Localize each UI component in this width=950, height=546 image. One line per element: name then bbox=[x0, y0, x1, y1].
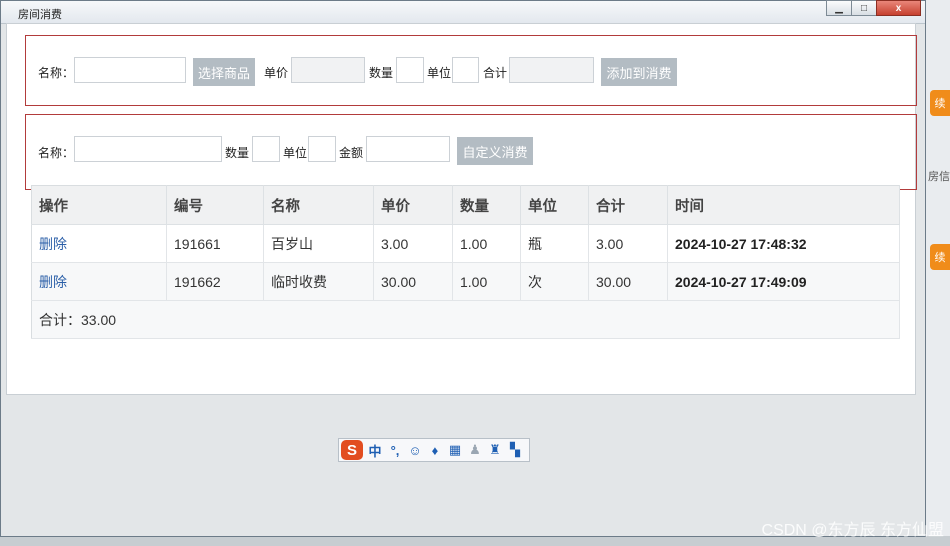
cell-qty: 1.00 bbox=[452, 262, 521, 301]
price-label: 单价 bbox=[264, 66, 289, 80]
keyboard-icon[interactable]: ▦ bbox=[447, 442, 463, 458]
name-label: 名称： bbox=[38, 66, 75, 80]
room-consumption-window: 房间消费 ▁ □ x 名称： 选择商品 单价 数量 单位 合计 添加到消费 名称… bbox=[0, 0, 926, 537]
cell-total: 3.00 bbox=[588, 224, 668, 263]
cell-unit: 瓶 bbox=[520, 224, 589, 263]
unit-label: 单位 bbox=[283, 146, 308, 160]
maximize-button[interactable]: □ bbox=[851, 0, 877, 16]
column-header[interactable]: 操作 bbox=[31, 185, 167, 225]
background-text: 房信 bbox=[928, 171, 950, 183]
unit-label: 单位 bbox=[427, 66, 452, 80]
table-header-row: 操作 编号 名称 单价 数量 单位 合计 时间 bbox=[31, 185, 900, 225]
cell-time: 2024-10-27 17:48:32 bbox=[667, 224, 900, 263]
background-tag: 续 bbox=[930, 90, 950, 116]
sogou-logo-icon[interactable]: S bbox=[341, 440, 363, 460]
minimize-button[interactable]: ▁ bbox=[826, 0, 852, 16]
cell-total: 30.00 bbox=[588, 262, 668, 301]
custom-consumption-button[interactable]: 自定义消费 bbox=[457, 137, 533, 165]
product-form: 名称： 选择商品 单价 数量 单位 合计 添加到消费 bbox=[25, 35, 917, 106]
name-label: 名称： bbox=[38, 146, 75, 160]
delete-link[interactable]: 删除 bbox=[31, 224, 167, 263]
grand-total: 合计：33.00 bbox=[31, 300, 900, 339]
desktop-background-right: 续 房信 续 bbox=[924, 0, 950, 546]
cell-id: 191662 bbox=[166, 262, 264, 301]
window-title: 房间消费 bbox=[18, 9, 62, 21]
cell-unit: 次 bbox=[520, 262, 589, 301]
cell-name: 临时收费 bbox=[263, 262, 374, 301]
grid-icon[interactable]: ▚ bbox=[507, 442, 523, 458]
custom-form: 名称： 数量 单位 金额 自定义消费 bbox=[25, 114, 917, 190]
punctuation-button[interactable]: °, bbox=[387, 443, 403, 458]
delete-link[interactable]: 删除 bbox=[31, 262, 167, 301]
watermark-text: CSDN @东方辰 东方仙盟 bbox=[761, 522, 944, 539]
cell-name: 百岁山 bbox=[263, 224, 374, 263]
add-to-consumption-button[interactable]: 添加到消费 bbox=[601, 58, 677, 86]
shirt-icon[interactable]: ♜ bbox=[487, 442, 503, 458]
qty-label: 数量 bbox=[369, 66, 394, 80]
table-row: 删除 191662 临时收费 30.00 1.00 次 30.00 2024-1… bbox=[31, 262, 900, 301]
close-button[interactable]: x bbox=[876, 0, 921, 16]
ime-toolbar: S 中 °, ☺ ♦ ▦ ♟ ♜ ▚ bbox=[338, 438, 530, 462]
cell-price: 3.00 bbox=[373, 224, 453, 263]
column-header[interactable]: 时间 bbox=[667, 185, 900, 225]
qty-input[interactable] bbox=[396, 57, 424, 83]
custom-unit-input[interactable] bbox=[308, 136, 336, 162]
total-label: 合计 bbox=[483, 66, 508, 80]
title-bar[interactable]: 房间消费 ▁ □ x bbox=[1, 0, 925, 24]
table-row: 删除 191661 百岁山 3.00 1.00 瓶 3.00 2024-10-2… bbox=[31, 224, 900, 263]
column-header[interactable]: 合计 bbox=[588, 185, 668, 225]
column-header[interactable]: 单位 bbox=[520, 185, 589, 225]
column-header[interactable]: 数量 bbox=[452, 185, 521, 225]
amount-label: 金额 bbox=[339, 146, 364, 160]
column-header[interactable]: 名称 bbox=[263, 185, 374, 225]
cell-id: 191661 bbox=[166, 224, 264, 263]
user-icon[interactable]: ♟ bbox=[467, 442, 483, 458]
price-input[interactable] bbox=[291, 57, 365, 83]
column-header[interactable]: 编号 bbox=[166, 185, 264, 225]
name-input[interactable] bbox=[74, 57, 186, 83]
mic-icon[interactable]: ♦ bbox=[427, 443, 443, 458]
cell-price: 30.00 bbox=[373, 262, 453, 301]
window-controls: ▁ □ x bbox=[826, 0, 921, 16]
consumption-table: 操作 编号 名称 单价 数量 单位 合计 时间 删除 191661 百岁山 3.… bbox=[31, 185, 900, 339]
cell-time: 2024-10-27 17:49:09 bbox=[667, 262, 900, 301]
unit-input[interactable] bbox=[452, 57, 479, 83]
qty-label: 数量 bbox=[225, 146, 250, 160]
column-header[interactable]: 单价 bbox=[373, 185, 453, 225]
table-total-row: 合计：33.00 bbox=[31, 300, 900, 339]
amount-input[interactable] bbox=[366, 136, 450, 162]
select-product-button[interactable]: 选择商品 bbox=[193, 58, 255, 86]
cell-qty: 1.00 bbox=[452, 224, 521, 263]
background-tag: 续 bbox=[930, 244, 950, 270]
custom-qty-input[interactable] bbox=[252, 136, 280, 162]
smile-icon[interactable]: ☺ bbox=[407, 443, 423, 458]
total-input[interactable] bbox=[509, 57, 594, 83]
input-mode-button[interactable]: 中 bbox=[367, 441, 383, 460]
custom-name-input[interactable] bbox=[74, 136, 222, 162]
